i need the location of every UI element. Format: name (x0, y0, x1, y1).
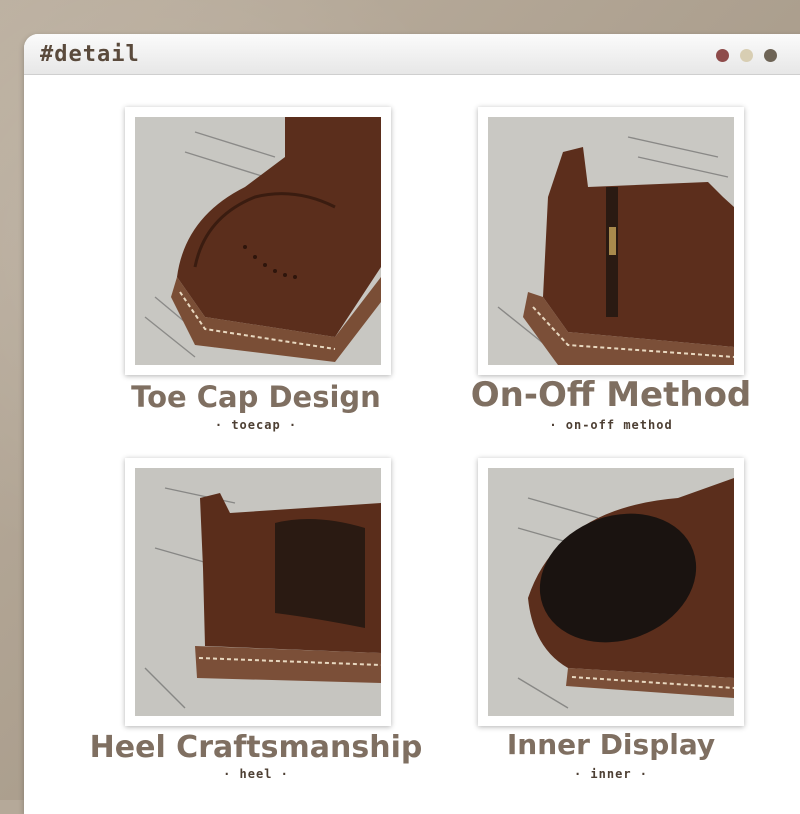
heel-photo (135, 468, 381, 716)
toe-cap-subtitle: · toecap · (214, 418, 298, 432)
on-off-card (478, 107, 744, 375)
beige-dot-icon[interactable] (740, 49, 753, 62)
inner-photo (488, 468, 734, 716)
on-off-title: On-Off Method (470, 375, 752, 415)
window-titlebar (24, 34, 800, 75)
heel-subtitle: · heel · (223, 767, 289, 781)
red-dot-icon[interactable] (716, 49, 729, 62)
heel-card (125, 458, 391, 726)
toe-cap-card (125, 107, 391, 375)
on-off-photo (488, 117, 734, 365)
inner-card (478, 458, 744, 726)
heel-title: Heel Craftsmanship (89, 730, 423, 765)
inner-title: Inner Display (506, 728, 716, 761)
toe-cap-title: Toe Cap Design (131, 380, 381, 414)
inner-subtitle: · inner · (573, 767, 649, 781)
on-off-subtitle: · on-off method (549, 418, 673, 432)
gray-dot-icon[interactable] (764, 49, 777, 62)
window-title: #detail (40, 42, 140, 67)
toe-cap-photo (135, 117, 381, 365)
